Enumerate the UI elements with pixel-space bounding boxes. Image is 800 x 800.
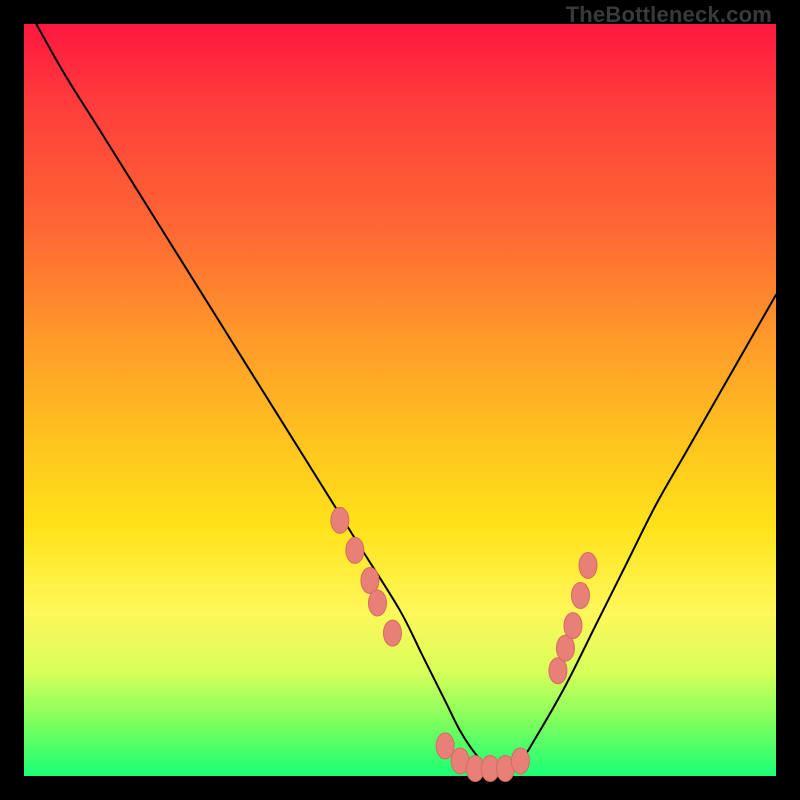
curve-marker: [383, 620, 401, 646]
curve-marker: [571, 583, 589, 609]
curve-marker: [436, 733, 454, 759]
marker-group: [331, 507, 597, 781]
curve-layer: [24, 24, 776, 776]
bottleneck-curve: [24, 1, 776, 769]
chart-frame: TheBottleneck.com: [0, 0, 800, 800]
curve-marker: [361, 567, 379, 593]
curve-marker: [564, 613, 582, 639]
curve-marker: [556, 635, 574, 661]
curve-marker: [579, 552, 597, 578]
curve-marker: [331, 507, 349, 533]
curve-marker: [346, 537, 364, 563]
curve-marker: [511, 748, 529, 774]
curve-marker: [368, 590, 386, 616]
curve-marker: [549, 658, 567, 684]
